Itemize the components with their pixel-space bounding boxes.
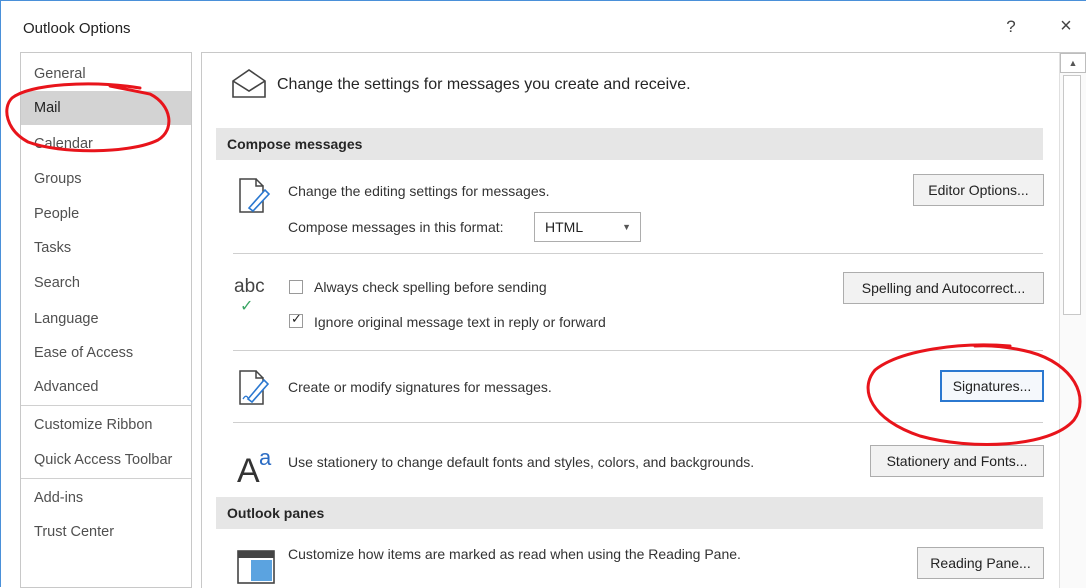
nav-item-advanced[interactable]: Advanced: [21, 370, 191, 404]
compose-format-label: Compose messages in this format:: [288, 219, 504, 235]
nav-divider: [21, 478, 191, 479]
stationery-fonts-button[interactable]: Stationery and Fonts...: [870, 445, 1044, 477]
editing-settings-text: Change the editing settings for messages…: [288, 183, 550, 199]
edit-page-icon: [239, 178, 271, 213]
editor-options-button[interactable]: Editor Options...: [913, 174, 1044, 206]
scroll-thumb[interactable]: [1063, 75, 1081, 315]
nav-item-add-ins[interactable]: Add-ins: [21, 481, 191, 515]
vertical-scrollbar[interactable]: ▲: [1059, 53, 1086, 588]
scroll-up-arrow-icon[interactable]: ▲: [1060, 53, 1086, 73]
nav-item-general[interactable]: General: [21, 57, 191, 91]
ignore-original-label: Ignore original message text in reply or…: [314, 314, 606, 330]
stationery-superscript-a-icon: a: [259, 445, 272, 470]
nav-item-groups[interactable]: Groups: [21, 162, 191, 196]
always-check-spelling-label: Always check spelling before sending: [314, 279, 547, 295]
page-header-text: Change the settings for messages you cre…: [277, 76, 691, 93]
window-title: Outlook Options: [23, 20, 131, 37]
spelling-check-icon: ✓: [240, 298, 254, 315]
nav-item-search[interactable]: Search: [21, 266, 191, 300]
outlook-options-window: Outlook Options ? × General Mail Calenda…: [0, 0, 1086, 588]
nav-item-people[interactable]: People: [21, 197, 191, 231]
section-divider: [233, 350, 1043, 351]
nav-item-trust-center[interactable]: Trust Center: [21, 515, 191, 549]
nav-item-tasks[interactable]: Tasks: [21, 231, 191, 265]
signatures-text: Create or modify signatures for messages…: [288, 379, 552, 395]
compose-messages-header: Compose messages: [216, 128, 1043, 160]
nav-item-ease-of-access[interactable]: Ease of Access: [21, 336, 191, 370]
nav-divider: [21, 405, 191, 406]
reading-pane-text: Customize how items are marked as read w…: [288, 546, 741, 562]
envelope-icon: [232, 69, 266, 98]
stationery-text: Use stationery to change default fonts a…: [288, 454, 755, 470]
checkmark-icon: ✓: [291, 311, 302, 326]
section-divider: [233, 422, 1043, 423]
section-divider: [233, 253, 1043, 254]
ignore-original-checkbox[interactable]: ✓: [289, 311, 303, 328]
always-check-spelling-checkbox[interactable]: [289, 280, 303, 294]
stationery-a-icon: A: [237, 452, 260, 490]
nav-item-quick-access-toolbar[interactable]: Quick Access Toolbar: [21, 443, 191, 477]
chevron-down-icon: ▼: [622, 222, 631, 232]
reading-pane-button[interactable]: Reading Pane...: [917, 547, 1044, 579]
reading-pane-icon: [237, 550, 275, 584]
options-nav: General Mail Calendar Groups People Task…: [20, 52, 192, 588]
compose-format-select[interactable]: HTML ▼: [534, 212, 641, 242]
nav-item-mail[interactable]: Mail: [21, 91, 191, 125]
nav-item-language[interactable]: Language: [21, 302, 191, 336]
compose-format-value: HTML: [545, 219, 584, 235]
close-button[interactable]: ×: [1054, 15, 1078, 38]
signatures-button[interactable]: Signatures...: [940, 370, 1044, 402]
nav-item-customize-ribbon[interactable]: Customize Ribbon: [21, 408, 191, 442]
spelling-autocorrect-button[interactable]: Spelling and Autocorrect...: [843, 272, 1044, 304]
signature-icon: [239, 370, 270, 405]
help-button[interactable]: ?: [1001, 17, 1021, 37]
outlook-panes-header: Outlook panes: [216, 497, 1043, 529]
nav-item-calendar[interactable]: Calendar: [21, 127, 191, 161]
spelling-abc-icon: abc: [234, 276, 265, 297]
